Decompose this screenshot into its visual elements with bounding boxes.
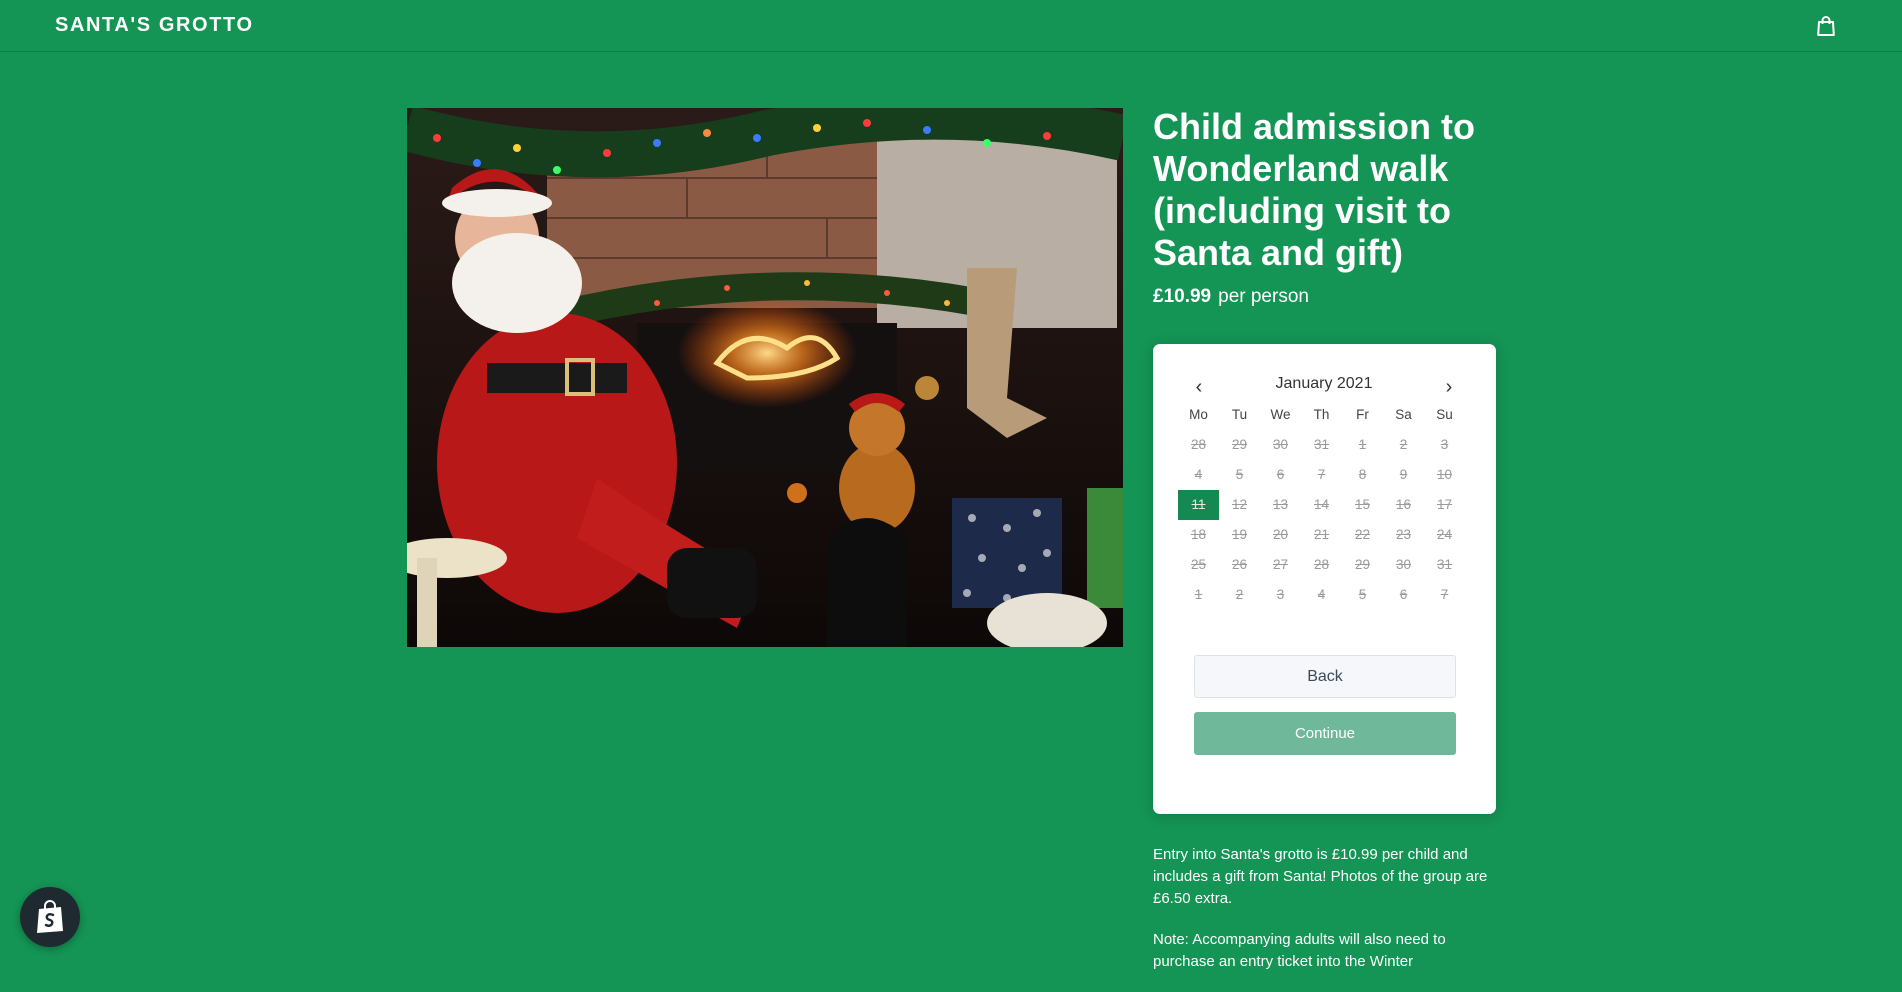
calendar-day[interactable]: 29 xyxy=(1342,550,1383,580)
calendar-day[interactable]: 24 xyxy=(1424,520,1465,550)
calendar-day[interactable]: 6 xyxy=(1260,460,1301,490)
calendar-day-selected[interactable]: 11 xyxy=(1178,490,1219,520)
calendar-day[interactable]: 2 xyxy=(1219,580,1260,610)
prev-month-button[interactable]: ‹ xyxy=(1187,376,1211,399)
calendar-day[interactable]: 7 xyxy=(1301,460,1342,490)
calendar-day[interactable]: 10 xyxy=(1424,460,1465,490)
calendar-day[interactable]: 9 xyxy=(1383,460,1424,490)
calendar-day[interactable]: 17 xyxy=(1424,490,1465,520)
calendar-day[interactable]: 7 xyxy=(1424,580,1465,610)
calendar-day[interactable]: 27 xyxy=(1260,550,1301,580)
shopify-badge[interactable] xyxy=(20,887,80,947)
calendar-day[interactable]: 8 xyxy=(1342,460,1383,490)
calendar-day[interactable]: 3 xyxy=(1260,580,1301,610)
weekday-header: Th xyxy=(1313,407,1330,422)
calendar-day[interactable]: 20 xyxy=(1260,520,1301,550)
product-title: Child admission to Wonderland walk (incl… xyxy=(1153,106,1476,273)
calendar-day[interactable]: 25 xyxy=(1178,550,1219,580)
calendar-day[interactable]: 18 xyxy=(1178,520,1219,550)
calendar-day[interactable]: 13 xyxy=(1260,490,1301,520)
calendar-day[interactable]: 12 xyxy=(1219,490,1260,520)
price-row: £10.99 per person xyxy=(1153,286,1309,308)
description-paragraph: Note: Accompanying adults will also need… xyxy=(1153,931,1446,970)
calendar-day[interactable]: 31 xyxy=(1301,430,1342,460)
continue-button[interactable]: Continue xyxy=(1194,712,1456,755)
calendar-grid: Mo Tu We Th Fr Sa Su 28 29 30 31 1 2 3 4 5 6 7 8 9 10 11 12 13 1… xyxy=(1178,400,1465,610)
next-month-button[interactable]: › xyxy=(1437,376,1461,399)
back-button[interactable]: Back xyxy=(1194,655,1456,698)
date-picker-card: ‹ January 2021 › Mo Tu We Th Fr Sa Su 28 29 30 31 1… xyxy=(1153,344,1496,814)
calendar-day[interactable]: 5 xyxy=(1342,580,1383,610)
calendar-day[interactable]: 1 xyxy=(1342,430,1383,460)
calendar-day[interactable]: 4 xyxy=(1178,460,1219,490)
product-description: Entry into Santa's grotto is £10.99 per … xyxy=(1153,844,1503,992)
calendar-day[interactable]: 31 xyxy=(1424,550,1465,580)
calendar-day[interactable]: 21 xyxy=(1301,520,1342,550)
shopify-bag-icon xyxy=(37,900,63,933)
calendar-day[interactable]: 30 xyxy=(1260,430,1301,460)
calendar-day[interactable]: 1 xyxy=(1178,580,1219,610)
calendar-day[interactable]: 2 xyxy=(1383,430,1424,460)
calendar-day[interactable]: 3 xyxy=(1424,430,1465,460)
site-header: SANTA'S GROTTO xyxy=(0,0,1902,52)
calendar-day[interactable]: 15 xyxy=(1342,490,1383,520)
calendar-day[interactable]: 5 xyxy=(1219,460,1260,490)
weekday-header: Su xyxy=(1436,407,1453,422)
description-paragraph: Entry into Santa's grotto is £10.99 per … xyxy=(1153,846,1488,907)
calendar-month-label: January 2021 xyxy=(1275,375,1373,392)
weekday-header: Fr xyxy=(1356,407,1369,422)
calendar-day[interactable]: 29 xyxy=(1219,430,1260,460)
weekday-header: Sa xyxy=(1395,407,1412,422)
calendar-day[interactable]: 26 xyxy=(1219,550,1260,580)
site-logo[interactable]: SANTA'S GROTTO xyxy=(55,14,254,37)
calendar-day[interactable]: 4 xyxy=(1301,580,1342,610)
calendar-day[interactable]: 30 xyxy=(1383,550,1424,580)
calendar-day[interactable]: 22 xyxy=(1342,520,1383,550)
calendar-day[interactable]: 28 xyxy=(1301,550,1342,580)
weekday-header: Mo xyxy=(1189,407,1208,422)
price-unit: per person xyxy=(1218,286,1309,307)
product-image xyxy=(407,108,1123,647)
calendar-day[interactable]: 16 xyxy=(1383,490,1424,520)
product-price: £10.99 xyxy=(1153,286,1212,307)
calendar-day[interactable]: 6 xyxy=(1383,580,1424,610)
shopping-bag-icon[interactable] xyxy=(1814,14,1838,38)
calendar-day[interactable]: 19 xyxy=(1219,520,1260,550)
calendar-day[interactable]: 28 xyxy=(1178,430,1219,460)
calendar-day[interactable]: 14 xyxy=(1301,490,1342,520)
weekday-header: We xyxy=(1270,407,1291,422)
calendar-day[interactable]: 23 xyxy=(1383,520,1424,550)
weekday-header: Tu xyxy=(1231,407,1248,422)
